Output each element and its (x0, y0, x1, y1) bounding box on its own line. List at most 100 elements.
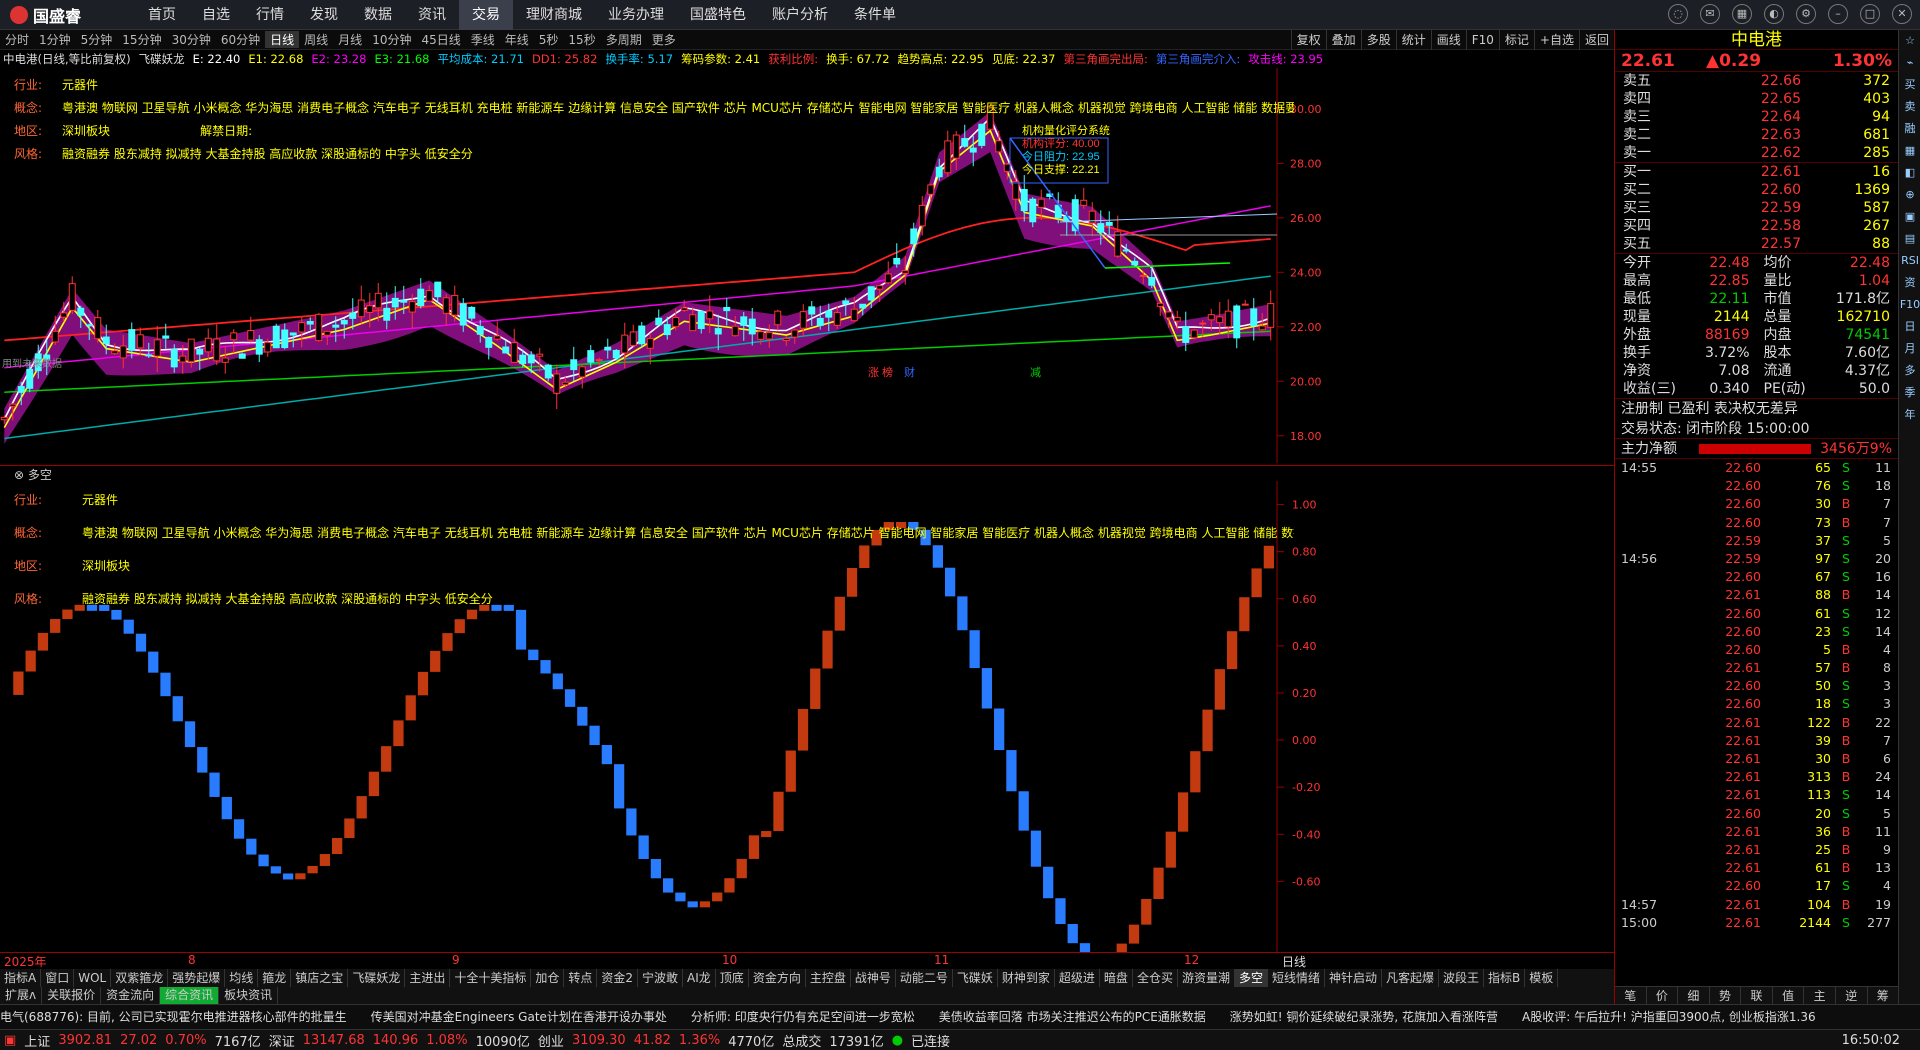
menu-11[interactable]: 条件单 (841, 0, 909, 30)
period-5[interactable]: 60分钟 (216, 31, 265, 48)
menu-1[interactable]: 自选 (189, 0, 243, 30)
menu-7[interactable]: 理财商城 (513, 0, 595, 30)
period-7[interactable]: 周线 (299, 31, 333, 48)
indicator-tab-19[interactable]: 战神号 (851, 969, 896, 987)
tool-6[interactable]: 标记 (1498, 30, 1534, 50)
sidebar-icon-11[interactable]: 资 (1899, 272, 1920, 294)
tool-1[interactable]: 叠加 (1325, 30, 1361, 50)
sidebar-icon-16[interactable]: 季 (1899, 382, 1920, 404)
indicator-tab-18[interactable]: 主控盘 (806, 969, 851, 987)
period-0[interactable]: 分时 (0, 31, 34, 48)
indicator-tab-26[interactable]: 游资量潮 (1178, 969, 1235, 987)
maximize-icon[interactable]: □ (1860, 4, 1880, 24)
minimize-icon[interactable]: – (1828, 4, 1848, 24)
menu-6[interactable]: 交易 (459, 0, 513, 30)
right-tab-3[interactable]: 势 (1710, 987, 1742, 1004)
sidebar-icon-2[interactable]: 买 (1899, 74, 1920, 96)
indicator-tab-5[interactable]: 均线 (225, 969, 259, 987)
indicator-tab-27[interactable]: 多空 (1234, 969, 1268, 987)
tool-7[interactable]: +自选 (1533, 30, 1579, 50)
tool-3[interactable]: 统计 (1395, 30, 1431, 50)
right-tab-2[interactable]: 细 (1678, 987, 1710, 1004)
settings-icon[interactable]: ⚙ (1796, 4, 1816, 24)
indicator-tab-24[interactable]: 暗盘 (1100, 969, 1133, 987)
indicator-tab-25[interactable]: 全仓买 (1133, 969, 1178, 987)
indicator-tab-9[interactable]: 主进出 (405, 969, 451, 987)
sidebar-icon-1[interactable]: ⌁ (1899, 52, 1920, 74)
indicator-tab-3[interactable]: 双紫箍龙 (111, 969, 169, 987)
sidebar-icon-3[interactable]: 卖 (1899, 96, 1920, 118)
grid-icon[interactable]: ▦ (1732, 4, 1752, 24)
period-13[interactable]: 5秒 (534, 31, 564, 48)
sz-label[interactable]: 深证 (269, 1031, 295, 1050)
sidebar-icon-9[interactable]: ▤ (1899, 228, 1920, 250)
indicator-tab-11[interactable]: 加仓 (531, 969, 565, 987)
indicator-tab-16[interactable]: 顶底 (716, 969, 749, 987)
menu-4[interactable]: 数据 (351, 0, 405, 30)
indicator-tab-0[interactable]: 指标A (0, 969, 42, 987)
info-tab-4[interactable]: 板块资讯 (219, 987, 279, 1004)
indicator-tab-31[interactable]: 波段王 (1439, 969, 1485, 987)
right-tab-7[interactable]: 逆 (1836, 987, 1868, 1004)
indicator-tab-6[interactable]: 箍龙 (258, 969, 292, 987)
close-icon[interactable]: ✕ (1892, 4, 1912, 24)
indicator-tab-4[interactable]: 强势起爆 (168, 969, 226, 987)
sh-label[interactable]: 上证 (24, 1031, 50, 1050)
period-6[interactable]: 日线 (265, 31, 300, 48)
period-11[interactable]: 季线 (466, 31, 500, 48)
period-1[interactable]: 1分钟 (34, 31, 76, 48)
indicator-tab-28[interactable]: 短线情绪 (1268, 969, 1325, 987)
sidebar-icon-4[interactable]: 融 (1899, 118, 1920, 140)
indicator-tab-22[interactable]: 财神到家 (998, 969, 1055, 987)
sidebar-icon-0[interactable]: ☆ (1899, 30, 1920, 52)
indicator-tab-15[interactable]: AI龙 (683, 969, 716, 987)
skin-icon[interactable]: ◐ (1764, 4, 1784, 24)
indicator-tab-10[interactable]: 十全十美指标 (450, 969, 532, 987)
sidebar-icon-6[interactable]: ◧ (1899, 162, 1920, 184)
period-4[interactable]: 30分钟 (167, 31, 216, 48)
tool-4[interactable]: 画线 (1430, 30, 1466, 50)
menu-2[interactable]: 行情 (243, 0, 297, 30)
indicator-tab-13[interactable]: 资金2 (597, 969, 639, 987)
indicator-tab-30[interactable]: 凡客起爆 (1382, 969, 1440, 987)
indicator-tab-14[interactable]: 宁波敢 (638, 969, 684, 987)
indicator-tab-17[interactable]: 资金方向 (749, 969, 806, 987)
tool-8[interactable]: 返回 (1578, 30, 1614, 50)
period-3[interactable]: 15分钟 (117, 31, 166, 48)
period-12[interactable]: 年线 (500, 31, 534, 48)
menu-5[interactable]: 资讯 (405, 0, 459, 30)
period-8[interactable]: 月线 (333, 31, 367, 48)
indicator-tab-29[interactable]: 神针启动 (1325, 969, 1383, 987)
info-tab-3[interactable]: 综合资讯 (160, 987, 220, 1004)
chat-icon[interactable]: ◌ (1668, 4, 1688, 24)
period-15[interactable]: 多周期 (601, 31, 647, 48)
right-tab-0[interactable]: 笔 (1615, 987, 1647, 1004)
menu-3[interactable]: 发现 (297, 0, 351, 30)
sidebar-icon-15[interactable]: 多 (1899, 360, 1920, 382)
menu-10[interactable]: 账户分析 (759, 0, 841, 30)
ticker-text[interactable]: 电气(688776): 目前, 公司已实现霍尔电推进器核心部件的批量生 传美国对… (0, 1010, 1816, 1024)
info-tab-2[interactable]: 资金流向 (101, 987, 161, 1004)
tool-5[interactable]: F10 (1465, 30, 1499, 50)
menu-0[interactable]: 首页 (135, 0, 189, 30)
sidebar-icon-17[interactable]: 年 (1899, 404, 1920, 426)
indicator-tab-2[interactable]: WOL (74, 969, 112, 987)
period-9[interactable]: 10分钟 (367, 31, 416, 48)
menu-8[interactable]: 业务办理 (595, 0, 677, 30)
info-tab-1[interactable]: 关联报价 (42, 987, 102, 1004)
tool-2[interactable]: 多股 (1360, 30, 1396, 50)
indicator-tab-21[interactable]: 飞碟妖 (953, 969, 998, 987)
indicator-tab-8[interactable]: 飞碟妖龙 (348, 969, 406, 987)
indicator-tab-23[interactable]: 超级进 (1055, 969, 1100, 987)
cy-label[interactable]: 创业 (538, 1031, 564, 1050)
indicator-tab-12[interactable]: 转点 (564, 969, 598, 987)
mail-icon[interactable]: ✉ (1700, 4, 1720, 24)
indicator-tab-20[interactable]: 动能二号 (896, 969, 953, 987)
indicator-tab-7[interactable]: 镇店之宝 (291, 969, 349, 987)
sidebar-icon-12[interactable]: F10 (1899, 294, 1920, 316)
right-tab-4[interactable]: 联 (1741, 987, 1773, 1004)
period-16[interactable]: 更多 (647, 31, 681, 48)
period-2[interactable]: 5分钟 (76, 31, 118, 48)
indicator-tab-32[interactable]: 指标B (1484, 969, 1526, 987)
sidebar-icon-8[interactable]: ▣ (1899, 206, 1920, 228)
